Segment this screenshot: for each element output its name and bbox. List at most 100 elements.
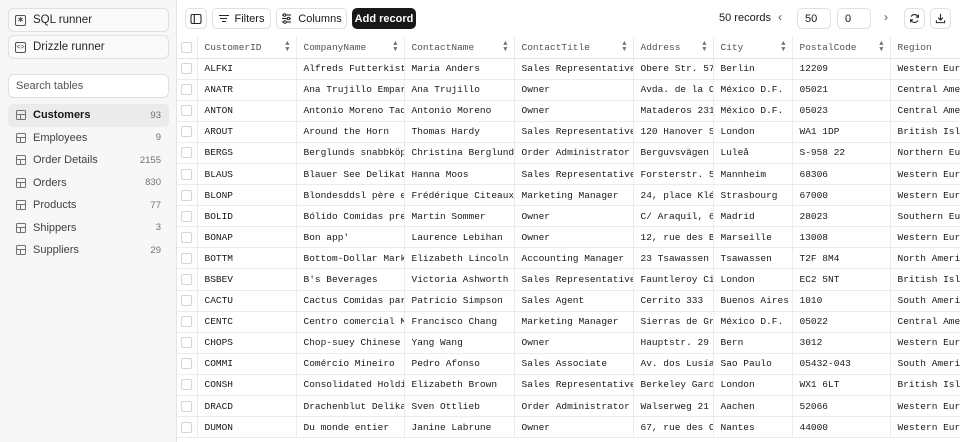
sidebar-item-customers[interactable]: Customers 93 [8, 104, 169, 127]
table-cell[interactable]: CACTU [197, 290, 297, 312]
table-cell[interactable]: Owner [514, 226, 634, 249]
table-cell[interactable]: COMMI [197, 353, 297, 375]
table-cell[interactable]: DRACD [197, 395, 297, 418]
table-cell[interactable]: Obere Str. 57 [633, 58, 714, 80]
sort-icon[interactable]: ▲ ▼ [393, 41, 397, 54]
table-cell[interactable]: Western Europe [890, 184, 960, 207]
table-cell[interactable]: Bern [713, 332, 793, 354]
table-cell[interactable]: Luleå [713, 142, 793, 164]
add-record-button[interactable]: Add record [352, 8, 416, 29]
table-cell[interactable]: 44000 [792, 416, 891, 439]
search-tables-input[interactable] [8, 74, 169, 98]
table-cell[interactable]: Yang Wang [404, 332, 515, 354]
table-cell[interactable]: México D.F. [713, 79, 793, 101]
table-cell[interactable]: Forsterstr. 57 [633, 163, 714, 186]
table-cell[interactable]: Centro comercial Moctezuma [296, 311, 405, 333]
table-cell[interactable]: 24, place Kléber [633, 184, 714, 207]
table-cell[interactable]: 1010 [792, 290, 891, 312]
table-cell[interactable]: Bólido Comidas preparadas [296, 205, 405, 228]
table-cell[interactable]: Aachen [713, 395, 793, 418]
table-cell[interactable]: Bottom-Dollar Markets [296, 247, 405, 270]
refresh-button[interactable] [904, 8, 925, 29]
sort-icon[interactable]: ▲ ▼ [781, 41, 785, 54]
table-cell[interactable]: BLAUS [197, 163, 297, 186]
sort-icon[interactable]: ▲ ▼ [702, 41, 706, 54]
row-checkbox[interactable] [181, 316, 193, 328]
column-header[interactable]: PostalCode ▲ ▼ [792, 37, 891, 59]
table-cell[interactable]: Thomas Hardy [404, 121, 515, 143]
table-cell[interactable]: Mataderos 2312 [633, 100, 714, 122]
row-checkbox[interactable] [181, 379, 193, 391]
table-cell[interactable]: Sales Representative [514, 268, 634, 291]
table-cell[interactable]: 67000 [792, 184, 891, 207]
table-cell[interactable]: Berkeley Gardens 12 Brewery [633, 374, 714, 397]
filters-button[interactable]: Filters [212, 8, 271, 29]
limit-input[interactable] [797, 8, 831, 29]
table-cell[interactable]: Francisco Chang [404, 311, 515, 333]
row-checkbox[interactable] [181, 147, 193, 159]
table-cell[interactable]: Marketing Manager [514, 311, 634, 333]
sort-icon[interactable]: ▲ ▼ [285, 41, 289, 54]
table-cell[interactable]: Frédérique Citeaux [404, 184, 515, 207]
table-cell[interactable]: Fauntleroy Circus [633, 268, 714, 291]
table-cell[interactable]: Martín Sommer [404, 205, 515, 228]
table-cell[interactable]: 13008 [792, 226, 891, 249]
table-cell[interactable]: 120 Hanover Sq. [633, 121, 714, 143]
table-cell[interactable]: Antonio Moreno Taquería [296, 100, 405, 122]
table-cell[interactable]: B's Beverages [296, 268, 405, 291]
table-cell[interactable]: México D.F. [713, 100, 793, 122]
sidebar-item-employees[interactable]: Employees 9 [8, 127, 169, 150]
table-cell[interactable]: Berguvsvägen 8 [633, 142, 714, 164]
table-cell[interactable]: Central America [890, 100, 960, 122]
table-cell[interactable]: Blauer See Delikatessen [296, 163, 405, 186]
table-cell[interactable]: Pedro Afonso [404, 353, 515, 375]
table-row[interactable]: BOLIDBólido Comidas preparadasMartín Som… [177, 205, 960, 228]
table-cell[interactable]: 68306 [792, 163, 891, 186]
table-cell[interactable]: Patricio Simpson [404, 290, 515, 312]
sql-runner-button[interactable]: ✱ SQL runner [8, 8, 169, 32]
table-cell[interactable]: Order Administrator [514, 395, 634, 418]
table-cell[interactable]: BLONP [197, 184, 297, 207]
sidebar-item-products[interactable]: Products 77 [8, 194, 169, 217]
table-cell[interactable]: London [713, 121, 793, 143]
table-cell[interactable]: Accounting Manager [514, 247, 634, 270]
table-cell[interactable]: Blondesddsl père et fils [296, 184, 405, 207]
table-cell[interactable]: Owner [514, 205, 634, 228]
table-cell[interactable]: Western Europe [890, 163, 960, 186]
table-cell[interactable]: Sales Representative [514, 374, 634, 397]
row-checkbox[interactable] [181, 231, 193, 243]
table-cell[interactable]: Chop-suey Chinese [296, 332, 405, 354]
sidebar-item-orders[interactable]: Orders 830 [8, 172, 169, 195]
table-cell[interactable]: Sales Representative [514, 121, 634, 143]
table-cell[interactable]: BERGS [197, 142, 297, 164]
sort-icon[interactable]: ▲ ▼ [879, 41, 883, 54]
table-cell[interactable]: WA1 1DP [792, 121, 891, 143]
table-cell[interactable]: Western Europe [890, 416, 960, 439]
table-row[interactable]: ALFKI Alfreds Futterkiste Maria Anders Sale… [177, 58, 960, 80]
row-checkbox[interactable] [181, 168, 193, 180]
table-row[interactable]: ANATRAna Trujillo Emparedados y heladosA… [177, 79, 960, 101]
table-cell[interactable]: Owner [514, 79, 634, 101]
table-cell[interactable]: Western Europe [890, 332, 960, 354]
table-cell[interactable]: BOLID [197, 205, 297, 228]
table-cell[interactable]: 67, rue des Cinquante Otages [633, 416, 714, 439]
row-checkbox[interactable] [181, 252, 193, 264]
table-cell[interactable]: Du monde entier [296, 416, 405, 439]
table-cell[interactable]: CHOPS [197, 332, 297, 354]
table-cell[interactable]: Strasbourg [713, 184, 793, 207]
row-checkbox[interactable] [181, 337, 193, 349]
table-cell[interactable]: DUMON [197, 416, 297, 439]
table-cell[interactable]: Janine Labrune [404, 416, 515, 439]
column-header[interactable]: CompanyName ▲ ▼ [296, 37, 405, 59]
table-cell[interactable]: 05432-043 [792, 353, 891, 375]
table-cell[interactable]: Sierras de Granada 9993 [633, 311, 714, 333]
table-cell[interactable]: Order Administrator [514, 142, 634, 164]
table-cell[interactable]: ANTON [197, 100, 297, 122]
offset-input[interactable] [837, 8, 871, 29]
sidebar-item-order-details[interactable]: Order Details 2155 [8, 149, 169, 172]
table-cell[interactable]: Ana Trujillo Emparedados y helados [296, 79, 405, 101]
table-cell[interactable]: Around the Horn [296, 121, 405, 143]
table-cell[interactable]: BONAP [197, 226, 297, 249]
table-cell[interactable]: British Isles [890, 121, 960, 143]
table-cell[interactable]: Christina Berglund [404, 142, 515, 164]
